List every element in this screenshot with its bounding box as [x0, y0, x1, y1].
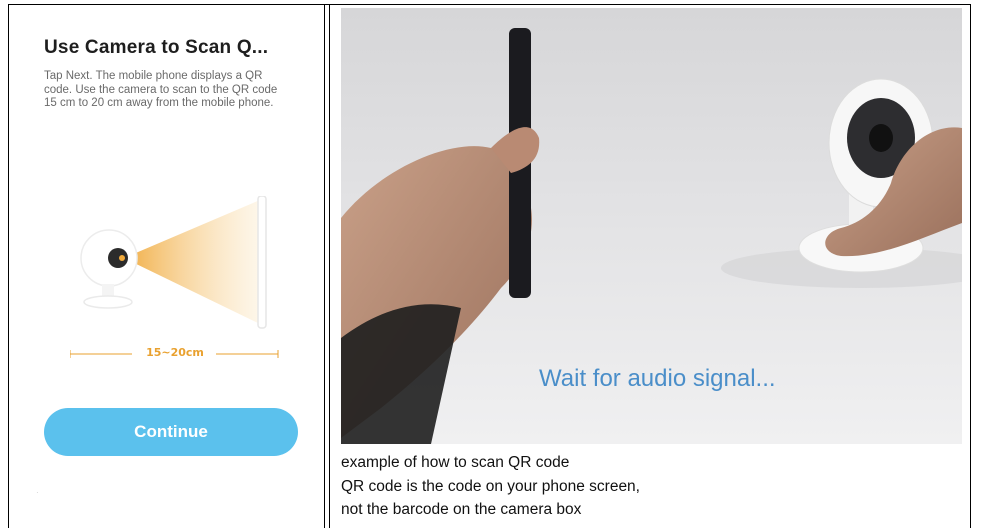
- app-screen: Use Camera to Scan Q... Tap Next. The mo…: [10, 6, 322, 526]
- distance-label: 15~20cm: [146, 346, 204, 359]
- overlay-text: Wait for audio signal...: [539, 365, 776, 392]
- cell-divider: [324, 4, 325, 528]
- continue-button[interactable]: Continue: [44, 408, 298, 456]
- instruction-text: Tap Next. The mobile phone displays a QR…: [44, 70, 278, 109]
- phone-icon: [257, 196, 267, 329]
- distance-indicator: 15~20cm: [70, 346, 280, 362]
- photo-illustration: Wait for audio signal...: [341, 8, 962, 444]
- example-photo: Wait for audio signal...: [341, 8, 962, 444]
- caption: example of how to scan QR code QR code i…: [341, 451, 640, 522]
- page-title: Use Camera to Scan Q...: [44, 37, 269, 58]
- decorative-mark: ·: [36, 488, 39, 497]
- caption-line: not the barcode on the camera box: [341, 501, 582, 518]
- cell-divider: [329, 4, 330, 528]
- caption-line: QR code is the code on your phone screen…: [341, 477, 640, 495]
- camera-scan-illustration: [80, 196, 267, 329]
- scan-beam: [124, 200, 260, 324]
- camera-icon: [80, 229, 138, 309]
- caption-line: example of how to scan QR code: [341, 454, 570, 471]
